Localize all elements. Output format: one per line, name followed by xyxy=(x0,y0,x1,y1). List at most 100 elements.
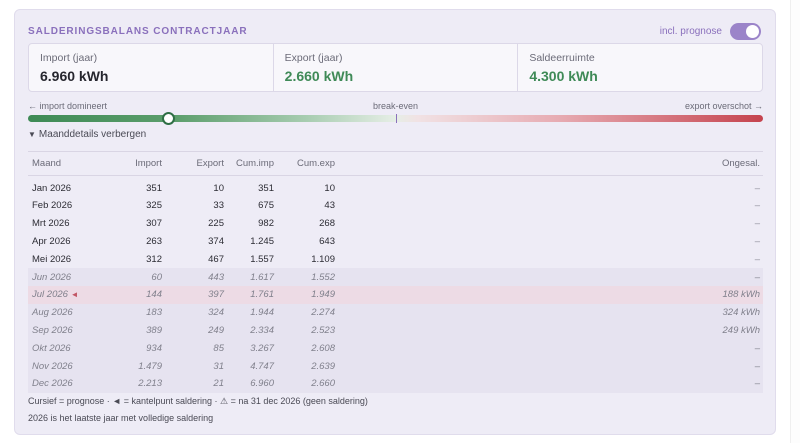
cell-ongesaldeerd-text: – xyxy=(754,378,760,390)
cell-import-text: 312 xyxy=(146,253,162,265)
cell-ongesaldeerd-text: – xyxy=(754,182,760,194)
cell-cum-import-text: 1.761 xyxy=(250,289,274,301)
cell-cum-import-text: 4.747 xyxy=(250,360,274,372)
cell-cum-import: 1.245 xyxy=(224,233,274,251)
cell-export-text: 249 xyxy=(208,324,224,336)
table-row: Nov 2026 1.479 31 4.747 2.639 – xyxy=(28,357,763,375)
cell-import: 2.213 xyxy=(104,374,162,393)
cell-export-text: 85 xyxy=(213,342,224,354)
details-toggle-label: Maanddetails verbergen xyxy=(38,129,147,140)
table-row: Jun 2026 60 443 1.617 1.552 – xyxy=(28,268,763,286)
balance-gauge xyxy=(28,112,763,125)
cell-export-text: 31 xyxy=(213,360,224,372)
cell-cum-export-text: 2.608 xyxy=(311,342,335,354)
table-row: Jan 2026 351 10 351 10 – xyxy=(28,175,763,197)
cell-cum-import: 1.557 xyxy=(224,250,274,268)
page-scrollbar[interactable] xyxy=(790,0,800,443)
cell-month-text: Mrt 2026 xyxy=(32,218,70,230)
cell-cum-export: 2.608 xyxy=(274,339,335,358)
cell-cum-export: 643 xyxy=(274,233,335,251)
cell-export-text: 10 xyxy=(213,182,224,194)
cell-cum-export-text: 2.639 xyxy=(311,360,335,372)
cell-ongesaldeerd-text: – xyxy=(754,218,760,230)
cell-cum-export: 2.660 xyxy=(274,374,335,393)
cell-cum-import-text: 351 xyxy=(258,182,274,194)
table-row: Mei 2026 312 467 1.557 1.109 – xyxy=(28,250,763,268)
cell-export: 225 xyxy=(162,215,224,233)
saldering-card: SALDERINGSBALANS CONTRACTJAAR incl. prog… xyxy=(14,9,776,435)
prognose-toggle[interactable] xyxy=(730,22,761,40)
cell-cum-import: 3.267 xyxy=(224,339,274,358)
cell-export: 249 xyxy=(162,321,224,340)
cell-cum-import: 1.761 xyxy=(224,285,274,304)
cell-cum-import: 982 xyxy=(224,215,274,233)
cell-ongesaldeerd: – xyxy=(335,250,763,268)
cell-month: Mei 2026 xyxy=(28,250,104,268)
cell-ongesaldeerd: 324 kWh xyxy=(335,303,763,322)
cell-cum-export-text: 643 xyxy=(319,235,335,247)
cell-month: Sep 2026 xyxy=(28,321,104,340)
details-toggle[interactable]: ▼ Maanddetails verbergen xyxy=(28,129,146,140)
cell-cum-import-text: 6.960 xyxy=(250,378,274,390)
col-header-month: Maand xyxy=(28,152,104,176)
col-header-ongesaldeerd: Ongesal. xyxy=(335,152,763,176)
cell-cum-import-text: 1.617 xyxy=(250,271,274,283)
cell-ongesaldeerd: – xyxy=(335,357,763,375)
cell-cum-import-text: 1.245 xyxy=(250,235,274,247)
cell-export-text: 374 xyxy=(208,235,224,247)
stat-import-label: Import (jaar) xyxy=(40,52,98,64)
caret-down-icon: ▼ xyxy=(28,130,36,139)
table-row: Okt 2026 934 85 3.267 2.608 – xyxy=(28,339,763,358)
cell-cum-import: 4.747 xyxy=(224,357,274,375)
col-header-cum-export: Cum.exp xyxy=(274,152,335,176)
cell-month-text: Jan 2026 xyxy=(32,182,72,194)
prognose-toggle-wrap[interactable]: incl. prognose xyxy=(659,22,761,40)
cell-month: Jun 2026 xyxy=(28,268,104,286)
cell-ongesaldeerd: – xyxy=(335,268,763,286)
cell-ongesaldeerd-text: – xyxy=(754,200,760,212)
cell-ongesaldeerd-text: – xyxy=(754,235,760,247)
cell-cum-import: 6.960 xyxy=(224,374,274,393)
cell-cum-export-text: 2.660 xyxy=(311,378,335,390)
table-row: Apr 2026 263 374 1.245 643 – xyxy=(28,233,763,251)
table-row: Sep 2026 389 249 2.334 2.523 249 kWh xyxy=(28,321,763,340)
cell-import: 183 xyxy=(104,303,162,322)
cell-import-text: 60 xyxy=(151,271,162,283)
cell-cum-import: 2.334 xyxy=(224,321,274,340)
cell-import: 144 xyxy=(104,285,162,304)
table-row: Mrt 2026 307 225 982 268 – xyxy=(28,215,763,233)
stat-saldo: Saldeerruimte 4.300 kWh xyxy=(518,44,762,91)
cell-import-text: 351 xyxy=(146,182,162,194)
cell-cum-import: 1.617 xyxy=(224,268,274,286)
cell-cum-import: 351 xyxy=(224,175,274,197)
cell-import-text: 183 xyxy=(146,307,162,319)
gauge-marker xyxy=(161,112,175,125)
cell-month-text: Mei 2026 xyxy=(32,253,72,265)
col-header-cum-import: Cum.imp xyxy=(224,152,274,176)
cell-ongesaldeerd: – xyxy=(335,233,763,251)
cell-ongesaldeerd-text: – xyxy=(754,253,760,265)
cell-cum-import-text: 1.557 xyxy=(250,253,274,265)
cell-cum-export: 1.109 xyxy=(274,250,335,268)
cell-import-text: 389 xyxy=(146,324,162,336)
prognose-toggle-label: incl. prognose xyxy=(659,25,722,37)
cell-month-text: Okt 2026 xyxy=(32,342,71,354)
stat-export-value: 2.660 kWh xyxy=(284,68,354,84)
cell-ongesaldeerd-text: 188 kWh xyxy=(722,289,761,301)
stat-export-label: Export (jaar) xyxy=(284,52,343,64)
cell-cum-import: 1.944 xyxy=(224,303,274,322)
cell-ongesaldeerd: – xyxy=(335,197,763,215)
cell-ongesaldeerd: – xyxy=(335,339,763,358)
tip-marker-icon: ◄ xyxy=(70,290,79,300)
cell-cum-export: 2.523 xyxy=(274,321,335,340)
cell-month: Dec 2026 xyxy=(28,374,104,393)
cell-export-text: 443 xyxy=(208,271,224,283)
cell-cum-export-text: 2.274 xyxy=(311,307,335,319)
cell-export: 21 xyxy=(162,374,224,393)
cell-ongesaldeerd-text: – xyxy=(754,342,760,354)
cell-cum-export-text: 1.109 xyxy=(311,253,335,265)
cell-ongesaldeerd: – xyxy=(335,175,763,197)
cell-month: Okt 2026 xyxy=(28,339,104,358)
cell-cum-export-text: 268 xyxy=(319,218,335,230)
cell-import-text: 2.213 xyxy=(138,378,162,390)
